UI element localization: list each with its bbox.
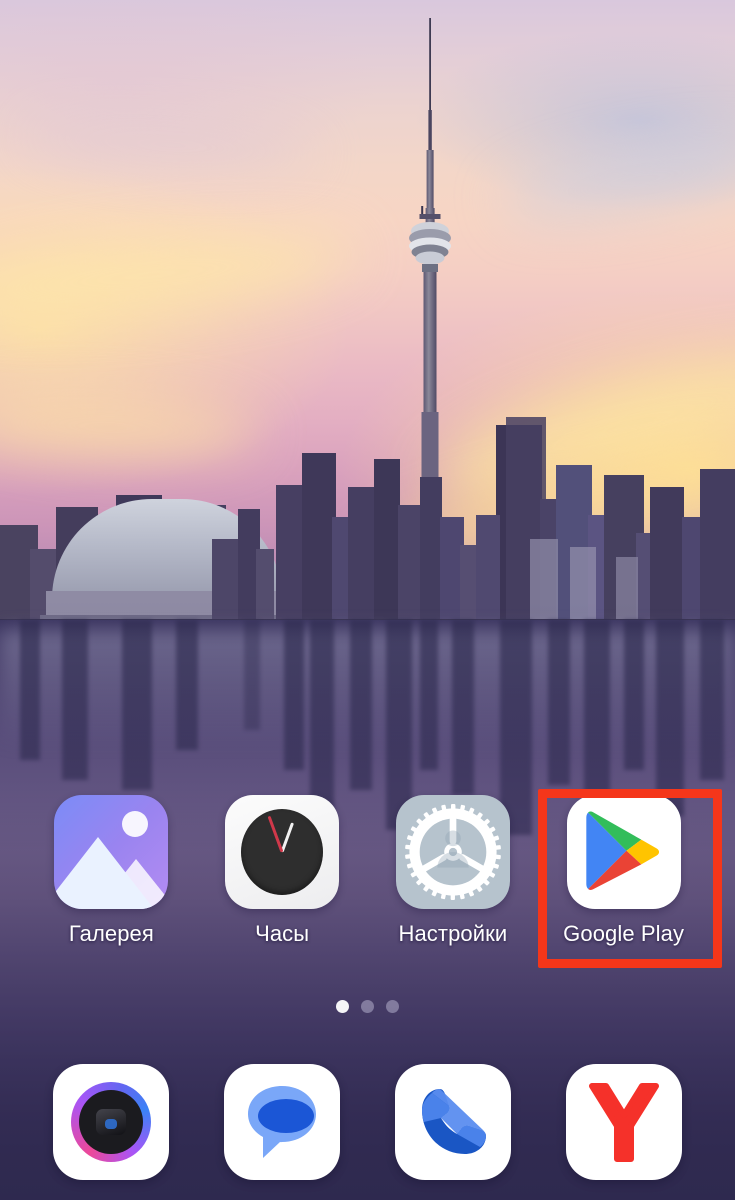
dock <box>0 1064 735 1200</box>
gear-glyph <box>404 803 501 901</box>
messages-bubble-icon[interactable] <box>224 1064 341 1180</box>
dock-app-yandex[interactable] <box>554 1064 694 1180</box>
app-clock[interactable]: Часы <box>212 795 352 947</box>
app-label: Галерея <box>68 921 154 946</box>
dock-app-messages[interactable] <box>212 1064 352 1180</box>
clock-minute-hand-icon <box>280 822 295 853</box>
phone-handset-icon[interactable] <box>394 1064 511 1180</box>
page-dot[interactable] <box>386 1000 399 1013</box>
app-gallery[interactable]: Галерея <box>41 795 181 947</box>
clock-face <box>241 809 324 895</box>
yandex-y-glyph <box>588 1083 659 1162</box>
home-screen: Галерея Часы Настройки Google Play <box>0 0 735 1200</box>
gallery-icon[interactable] <box>54 795 169 909</box>
city-skyline <box>0 380 735 635</box>
sun-shape-icon <box>122 811 149 837</box>
google-play-icon[interactable] <box>566 795 681 909</box>
page-indicator[interactable] <box>0 1000 735 1013</box>
yandex-y-icon[interactable] <box>565 1064 682 1180</box>
clock-icon[interactable] <box>225 795 340 909</box>
app-google-play[interactable]: Google Play <box>554 795 694 947</box>
app-label: Часы <box>255 921 310 946</box>
camera-icon[interactable] <box>53 1064 170 1180</box>
page-dot[interactable] <box>361 1000 374 1013</box>
play-triangle-glyph <box>585 811 659 891</box>
wallpaper <box>0 0 735 1200</box>
dock-app-camera[interactable] <box>41 1064 181 1180</box>
settings-gear-icon[interactable] <box>395 795 510 909</box>
speech-bubble-glyph <box>248 1086 317 1158</box>
handset-glyph <box>421 1089 486 1154</box>
camera-glint <box>105 1119 118 1130</box>
app-label: Настройки <box>398 921 508 946</box>
page-dot-active[interactable] <box>336 1000 349 1013</box>
dock-app-phone[interactable] <box>383 1064 523 1180</box>
app-label: Google Play <box>563 921 685 946</box>
clock-second-hand-icon <box>267 815 284 853</box>
app-settings[interactable]: Настройки <box>383 795 523 947</box>
app-grid: Галерея Часы Настройки Google Play <box>0 795 735 970</box>
mountain-shape-icon <box>54 837 155 909</box>
